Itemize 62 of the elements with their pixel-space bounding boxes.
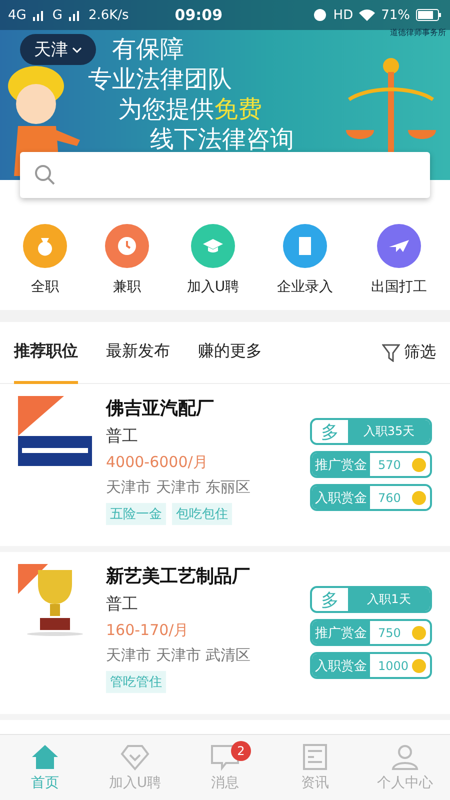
home-icon — [30, 743, 60, 771]
search-icon — [34, 164, 56, 186]
benefit-tag: 包吃包住 — [172, 503, 232, 525]
hd-label: HD — [333, 8, 354, 22]
salary: 4000-6000/月 — [106, 453, 209, 472]
job-title: 普工 — [106, 594, 139, 615]
job-card[interactable]: 佛吉亚汽配厂 普工 4000-6000/月 天津市 天津市 东丽区 五险一金 包吃包住 多 入职35天 推广赏金 570 入职赏金 760 — [0, 384, 450, 552]
network-label: 4G — [8, 8, 26, 22]
category-button[interactable]: 全职 — [22, 224, 67, 296]
chevron-down-icon — [72, 46, 82, 54]
category-button[interactable]: 出国打工 — [370, 224, 427, 296]
reward-label: 入职赏金 — [312, 654, 370, 677]
reward-amount: 1000 — [378, 658, 409, 672]
search-field[interactable] — [20, 152, 430, 198]
reward-label: 推广赏金 — [312, 621, 370, 644]
speed-label: 2.6K/s — [88, 8, 129, 22]
reward-label: 推广赏金 — [312, 453, 370, 476]
unread-badge: 2 — [231, 741, 251, 761]
alarm-icon — [313, 8, 328, 22]
battery-percent: 71% — [381, 8, 410, 22]
location: 天津市 天津市 东丽区 — [106, 478, 252, 497]
filter-icon — [382, 344, 400, 362]
nav-tab[interactable]: 2 消息 — [180, 735, 270, 800]
coin-icon — [412, 626, 426, 640]
job-card[interactable]: 新艺美工艺制品厂 普工 160-170/月 天津市 天津市 武清区 管吃管住 多 入职1天 推广赏金 750 入职赏金 1000 — [0, 552, 450, 720]
salary: 160-170/月 — [106, 621, 190, 640]
job-title: 普工 — [106, 426, 139, 447]
network-label: G — [52, 8, 62, 22]
wifi-icon — [359, 9, 376, 21]
city-selector[interactable]: 天津 — [20, 34, 96, 65]
reward-amount: 760 — [378, 490, 401, 504]
category-button[interactable]: 加入U聘 — [186, 224, 240, 296]
tab[interactable]: 赚的更多 — [198, 322, 262, 384]
benefit-tag: 五险一金 — [106, 503, 166, 525]
benefit-tag: 管吃管住 — [106, 671, 166, 693]
tab[interactable]: 最新发布 — [106, 322, 170, 384]
news-icon — [300, 743, 330, 771]
reward-label: 入职赏金 — [312, 486, 370, 509]
category-button[interactable]: 企业录入 — [277, 224, 334, 296]
reward-amount: 750 — [378, 626, 401, 640]
sponsor-label: 道德律师事务所 — [390, 27, 446, 38]
coin-icon — [412, 458, 426, 472]
banner-slogan: 为您提供免费 — [117, 94, 263, 124]
chat-icon — [210, 743, 240, 771]
banner-slogan: 专业法律团队 — [88, 64, 233, 94]
banner-slogan: 有保障 — [111, 34, 185, 64]
battery-icon — [416, 9, 442, 21]
days-label: 入职35天 — [348, 420, 430, 443]
coin-icon — [412, 490, 426, 504]
diamond-icon — [120, 743, 150, 771]
filter-button[interactable]: 筛选 — [382, 342, 436, 363]
banner-slogan: 线下法律咨询 — [149, 124, 295, 154]
coin-icon — [412, 658, 426, 672]
clock-time: 09:09 — [174, 6, 224, 24]
location: 天津市 天津市 武清区 — [106, 646, 252, 665]
company-name: 佛吉亚汽配厂 — [106, 397, 215, 420]
tab[interactable]: 推荐职位 — [14, 322, 78, 384]
category-button[interactable]: 兼职 — [104, 224, 149, 296]
person-icon — [390, 743, 420, 771]
reward-amount: 570 — [378, 458, 401, 472]
days-label: 入职1天 — [348, 588, 430, 611]
company-name: 新艺美工艺制品厂 — [106, 565, 251, 588]
